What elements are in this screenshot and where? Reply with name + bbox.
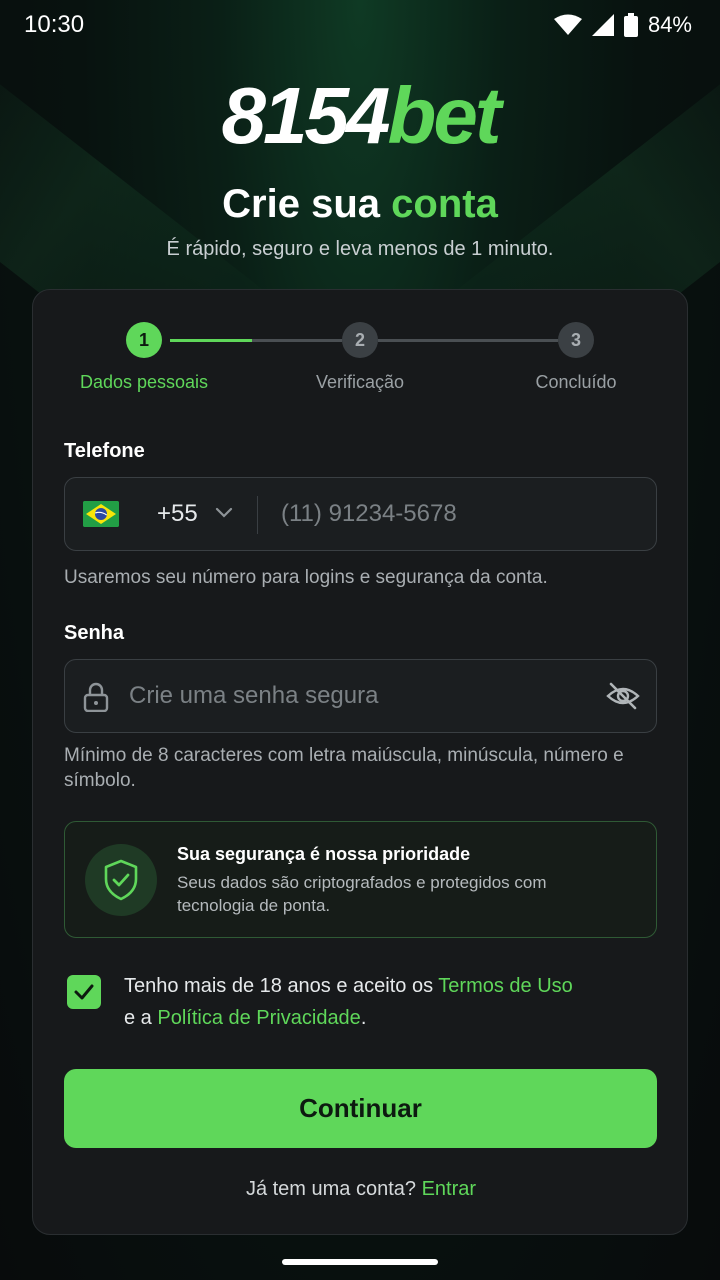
phone-input[interactable] — [281, 478, 641, 550]
step-connector-line — [378, 339, 558, 342]
terms-text-part: e a — [124, 1007, 158, 1029]
page-subtitle: É rápido, seguro e leva menos de 1 minut… — [166, 238, 554, 260]
security-description: Seus dados são criptografados e protegid… — [177, 873, 547, 915]
signal-icon — [591, 14, 614, 36]
status-icons: 84% — [553, 12, 692, 38]
phone-field: +55 — [64, 477, 657, 551]
status-time: 10:30 — [24, 11, 85, 38]
step-2-label: Verificação — [315, 372, 405, 392]
country-code-selector[interactable]: +55 — [157, 500, 198, 528]
brazil-flag-icon — [83, 501, 119, 527]
battery-percentage: 84% — [647, 12, 692, 37]
privacy-policy-link[interactable]: Política de Privacidade — [157, 1007, 360, 1029]
wifi-icon — [553, 14, 582, 36]
password-label: Senha — [64, 622, 125, 644]
step-3-indicator: 3 — [558, 322, 594, 358]
status-bar: 10:30 84% — [0, 0, 720, 50]
password-input[interactable] — [129, 660, 589, 732]
battery-icon — [623, 13, 638, 37]
terms-of-use-link[interactable]: Termos de Uso — [438, 975, 573, 997]
password-helper: Mínimo de 8 caracteres com letra maiúscu… — [64, 745, 624, 791]
title-main: Crie sua — [222, 182, 381, 226]
lock-icon — [83, 682, 109, 717]
step-2-indicator: 2 — [342, 322, 378, 358]
password-field — [64, 659, 657, 733]
eye-off-icon[interactable] — [606, 680, 640, 717]
signup-card: 1 2 3 Dados pessoais Verificação Concluí… — [32, 289, 688, 1235]
step-1-indicator: 1 — [126, 322, 162, 358]
title-accent: conta — [391, 182, 498, 226]
step-progress-line — [170, 339, 252, 342]
check-icon — [74, 984, 94, 1000]
continue-button[interactable]: Continuar — [64, 1069, 657, 1148]
security-title: Sua segurança é nossa prioridade — [177, 844, 471, 864]
shield-check-icon — [85, 844, 157, 916]
logo-number: 8154 — [221, 71, 391, 160]
step-1-label: Dados pessoais — [79, 372, 209, 392]
login-prompt: Já tem uma conta? Entrar — [33, 1178, 689, 1201]
phone-label: Telefone — [64, 440, 145, 462]
terms-checkbox[interactable] — [67, 975, 101, 1009]
security-notice: Sua segurança é nossa prioridade Seus da… — [64, 821, 657, 938]
step-connector-line — [252, 339, 342, 342]
phone-helper: Usaremos seu número para logins e segura… — [64, 567, 548, 588]
login-link[interactable]: Entrar — [422, 1178, 476, 1200]
field-divider — [257, 496, 258, 534]
terms-text-part: . — [360, 1007, 367, 1029]
terms-text-part: Tenho mais de 18 anos e aceito os — [124, 975, 439, 997]
logo-suffix: bet — [387, 71, 501, 160]
login-prompt-text: Já tem uma conta? — [245, 1178, 422, 1200]
chevron-down-icon[interactable] — [215, 506, 233, 524]
step-3-label: Concluído — [535, 372, 617, 392]
home-indicator[interactable] — [282, 1259, 438, 1265]
page-title: Crie sua conta — [0, 182, 720, 227]
terms-text: Tenho mais de 18 anos e aceito os Termos… — [124, 970, 644, 1034]
brand-logo: 8154bet — [0, 76, 720, 156]
